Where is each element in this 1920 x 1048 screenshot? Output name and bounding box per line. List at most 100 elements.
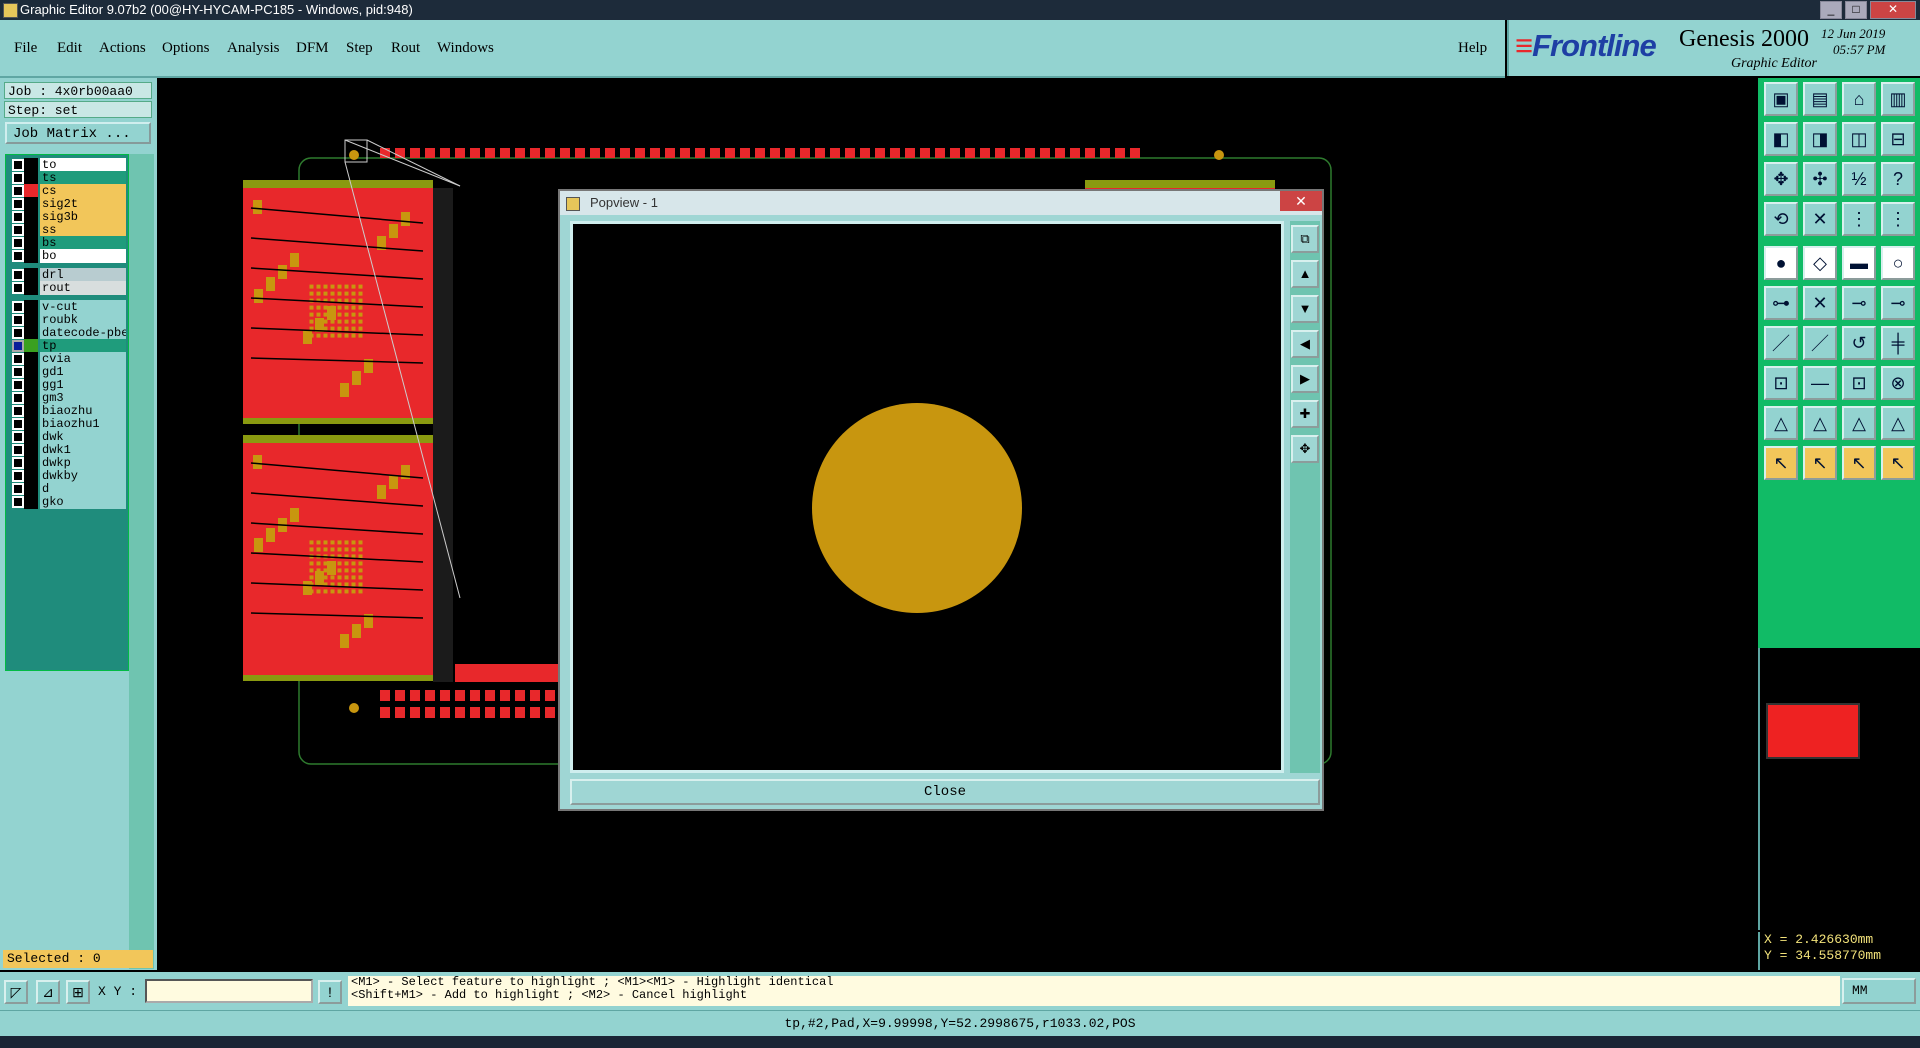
- info-icon[interactable]: !: [318, 980, 342, 1004]
- layer-row[interactable]: roubk: [8, 313, 128, 327]
- popview-zoom-fit-icon[interactable]: ⧉: [1291, 225, 1319, 253]
- layer-row[interactable]: gg1: [8, 378, 128, 392]
- layer-checkbox[interactable]: [12, 211, 24, 223]
- split-icon[interactable]: ⊟: [1881, 122, 1915, 156]
- units-selector[interactable]: MM: [1842, 978, 1916, 1004]
- layer-checkbox[interactable]: [12, 353, 24, 365]
- layer-checkbox[interactable]: [12, 327, 24, 339]
- rotate-icon[interactable]: ↺: [1842, 326, 1876, 360]
- compare-icon[interactable]: ◫: [1842, 122, 1876, 156]
- layer-checkbox[interactable]: [12, 198, 24, 210]
- polygon-icon[interactable]: ◇: [1803, 246, 1837, 280]
- layer-checkbox[interactable]: [12, 444, 24, 456]
- layer-row[interactable]: datecode-pbe: [8, 326, 128, 340]
- dimension-icon[interactable]: ⊡: [1842, 366, 1876, 400]
- layer-row[interactable]: to: [8, 158, 128, 172]
- menu-help[interactable]: Help: [1458, 40, 1487, 57]
- text-c-icon[interactable]: △: [1842, 406, 1876, 440]
- job-matrix-button[interactable]: Job Matrix ...: [5, 122, 151, 144]
- shapes-icon[interactable]: ⊗: [1881, 366, 1915, 400]
- minimize-button[interactable]: _: [1820, 1, 1842, 19]
- pointer-c-icon[interactable]: ↖: [1842, 446, 1876, 480]
- layer-row[interactable]: dwk: [8, 430, 128, 444]
- layer-row[interactable]: drl: [8, 268, 128, 282]
- arc-b-icon[interactable]: ／: [1803, 326, 1837, 360]
- popview-zoom-up-icon[interactable]: ▲: [1291, 260, 1319, 288]
- layer-row[interactable]: gko: [8, 495, 128, 509]
- xy-input[interactable]: [145, 979, 313, 1003]
- popview-zoom-in-icon[interactable]: ✚: [1291, 400, 1319, 428]
- layer-row[interactable]: ts: [8, 171, 128, 185]
- split-b-icon[interactable]: ╪: [1881, 326, 1915, 360]
- layer-row[interactable]: gd1: [8, 365, 128, 379]
- arc-a-icon[interactable]: ／: [1764, 326, 1798, 360]
- popview-pan-left-icon[interactable]: ◀: [1291, 330, 1319, 358]
- popview-zoom-down-icon[interactable]: ▼: [1291, 295, 1319, 323]
- line-icon[interactable]: ▬: [1842, 246, 1876, 280]
- menu-analysis[interactable]: Analysis: [227, 40, 280, 57]
- layer-checkbox[interactable]: [12, 159, 24, 171]
- layer-row[interactable]: cs: [8, 184, 128, 198]
- pointer-d-icon[interactable]: ↖: [1881, 446, 1915, 480]
- layer-checkbox[interactable]: [12, 340, 24, 352]
- circle-icon[interactable]: ○: [1881, 246, 1915, 280]
- route-a-icon[interactable]: ⊸: [1842, 286, 1876, 320]
- save-icon[interactable]: ▤: [1803, 82, 1837, 116]
- layer-checkbox[interactable]: [12, 250, 24, 262]
- connect-icon[interactable]: ⊶: [1764, 286, 1798, 320]
- layer-row[interactable]: rout: [8, 281, 128, 295]
- layer-checkbox[interactable]: [12, 431, 24, 443]
- grid-tool-icon[interactable]: ⊞: [66, 980, 90, 1004]
- layer-row[interactable]: v-cut: [8, 300, 128, 314]
- layer-row[interactable]: cvia: [8, 352, 128, 366]
- layer-row[interactable]: tp: [8, 339, 128, 353]
- layer-checkbox[interactable]: [12, 483, 24, 495]
- layer-row[interactable]: bo: [8, 249, 128, 263]
- layer-checkbox[interactable]: [12, 301, 24, 313]
- layer-checkbox[interactable]: [12, 379, 24, 391]
- layer-checkbox[interactable]: [12, 470, 24, 482]
- layer-row[interactable]: d: [8, 482, 128, 496]
- next-icon[interactable]: ◨: [1803, 122, 1837, 156]
- select-box-icon[interactable]: ⊡: [1764, 366, 1798, 400]
- layer-checkbox[interactable]: [12, 366, 24, 378]
- layer-row[interactable]: biaozhu: [8, 404, 128, 418]
- select-tool-icon[interactable]: ◸: [4, 980, 28, 1004]
- layer-checkbox[interactable]: [12, 224, 24, 236]
- layer-checkbox[interactable]: [12, 405, 24, 417]
- pointer-a-icon[interactable]: ↖: [1764, 446, 1798, 480]
- cross-icon[interactable]: ✕: [1803, 286, 1837, 320]
- layer-row[interactable]: ss: [8, 223, 128, 237]
- snap-tool-icon[interactable]: ⊿: [36, 980, 60, 1004]
- layer-checkbox[interactable]: [12, 185, 24, 197]
- undo-icon[interactable]: ⟲: [1764, 202, 1798, 236]
- popview-close-icon[interactable]: ✕: [1280, 191, 1322, 211]
- layer-checkbox[interactable]: [12, 237, 24, 249]
- layer-checkbox[interactable]: [12, 418, 24, 430]
- menu-file[interactable]: File: [14, 40, 37, 57]
- popview-viewport[interactable]: [570, 221, 1284, 773]
- layer-scroll-strip[interactable]: [129, 154, 154, 969]
- layer-checkbox[interactable]: [12, 282, 24, 294]
- scale-icon[interactable]: ½: [1842, 162, 1876, 196]
- layer-row[interactable]: sig2t: [8, 197, 128, 211]
- layer-row[interactable]: dwkby: [8, 469, 128, 483]
- layer-row[interactable]: dwk1: [8, 443, 128, 457]
- help-icon[interactable]: ?: [1881, 162, 1915, 196]
- menu-rout[interactable]: Rout: [391, 40, 420, 57]
- menu-actions[interactable]: Actions: [99, 40, 146, 57]
- window-close-button[interactable]: ✕: [1870, 1, 1916, 19]
- zoom-center-icon[interactable]: ✣: [1803, 162, 1837, 196]
- layer-checkbox[interactable]: [12, 392, 24, 404]
- layer-checkbox[interactable]: [12, 269, 24, 281]
- menu-options[interactable]: Options: [162, 40, 210, 57]
- menu-dfm[interactable]: DFM: [296, 40, 329, 57]
- maximize-button[interactable]: □: [1845, 1, 1867, 19]
- layer-checkbox[interactable]: [12, 496, 24, 508]
- popview-pan-right-icon[interactable]: ▶: [1291, 365, 1319, 393]
- delete-icon[interactable]: ✕: [1803, 202, 1837, 236]
- layer-row[interactable]: dwkp: [8, 456, 128, 470]
- popview-close-button[interactable]: Close: [570, 779, 1320, 805]
- prev-icon[interactable]: ◧: [1764, 122, 1798, 156]
- measure-icon[interactable]: —: [1803, 366, 1837, 400]
